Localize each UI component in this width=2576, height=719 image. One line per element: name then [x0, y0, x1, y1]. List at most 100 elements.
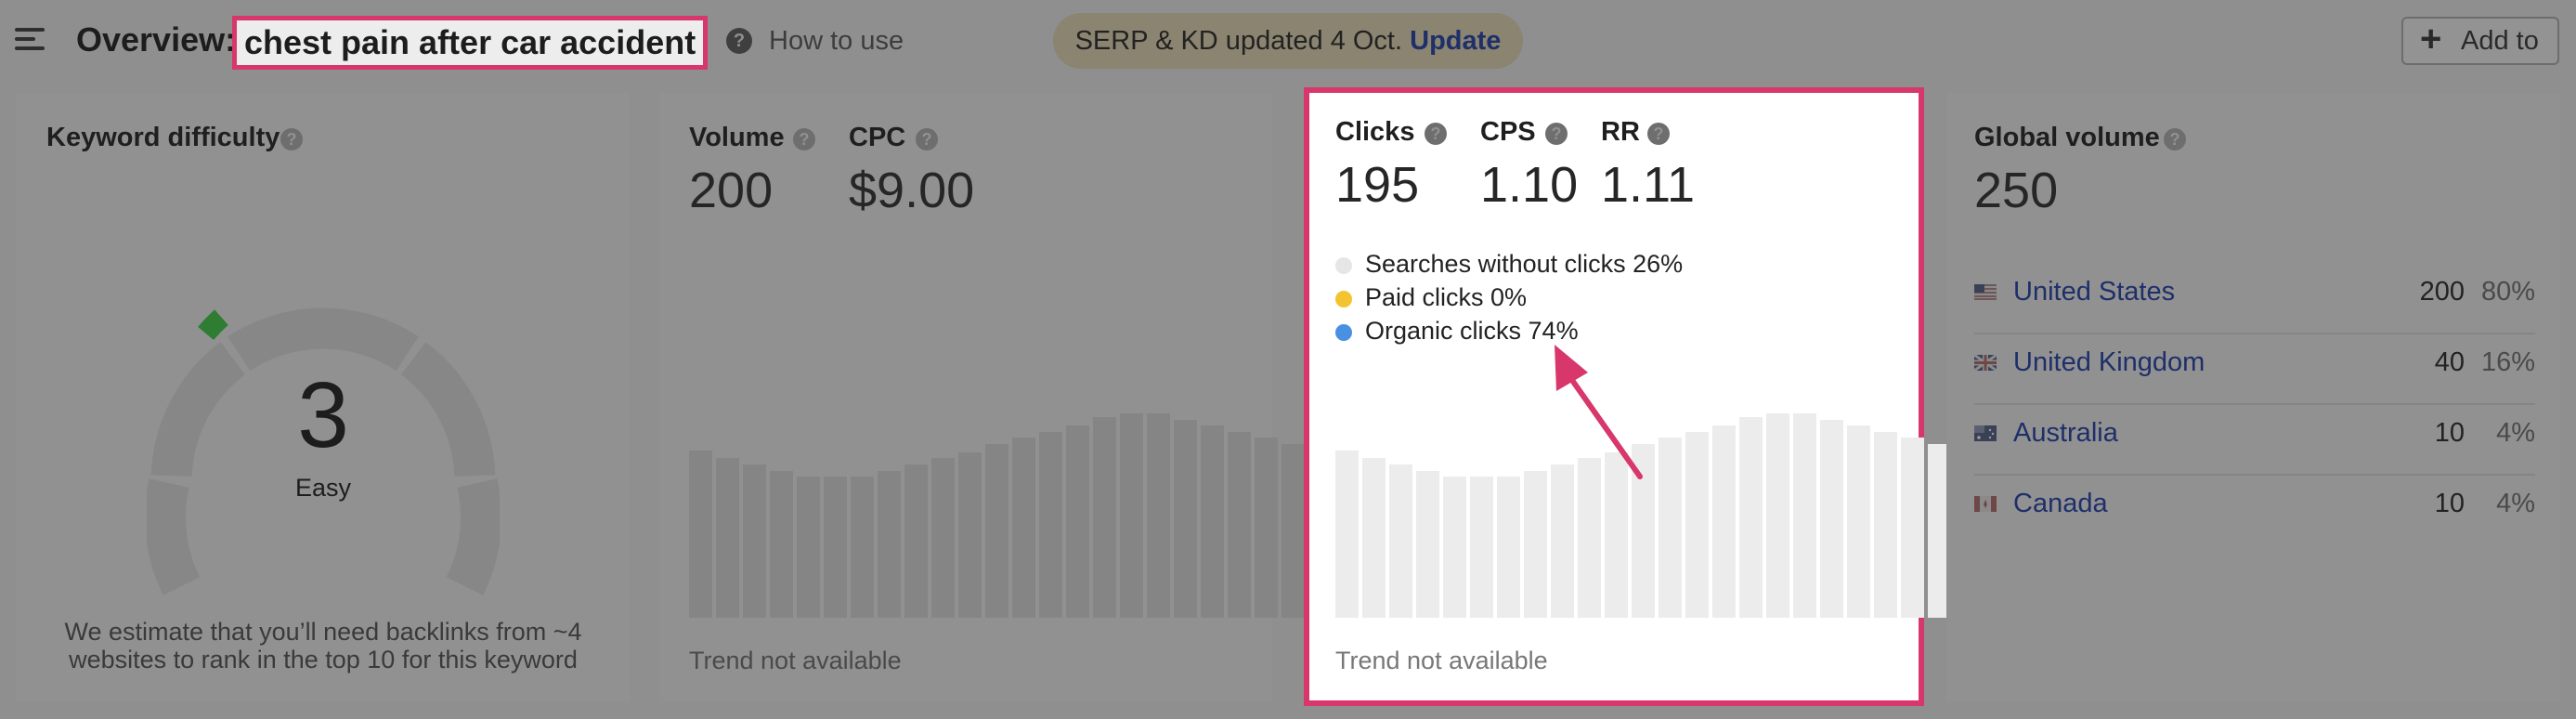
legend-paid-clicks: Paid clicks 0% [1335, 281, 1683, 314]
trend-note: Trend not available [689, 647, 902, 674]
trend-bar [931, 458, 955, 618]
au-flag-icon [1974, 425, 1997, 441]
help-icon[interactable]: ? [280, 128, 303, 150]
kd-rating: Easy [294, 474, 352, 502]
trend-bar [1712, 425, 1736, 618]
trend-bar [1874, 432, 1897, 618]
add-to-button[interactable]: + Add to [2401, 17, 2559, 65]
country-name[interactable]: United Kingdom [2013, 347, 2205, 378]
trend-bar [1739, 417, 1763, 618]
clicks-trend-placeholder [1335, 413, 1978, 618]
help-icon[interactable]: ? [1425, 123, 1447, 145]
ca-flag-icon [1974, 496, 1997, 512]
country-volume: 40 [2434, 347, 2465, 377]
help-icon[interactable]: ? [726, 28, 752, 54]
volume-title: Volume [689, 123, 785, 152]
trend-bar [1389, 464, 1412, 618]
trend-bar [1524, 471, 1547, 618]
country-row-canada[interactable]: Canada 10 4% [1974, 476, 2535, 546]
trend-bar [770, 471, 793, 618]
trend-bar [743, 464, 766, 618]
keyword-difficulty-card: Keyword difficulty ? 3 Easy We estimate … [17, 93, 630, 702]
trend-bar [878, 471, 901, 618]
trend-bar [1255, 438, 1278, 618]
clicks-value: 195 [1335, 157, 1420, 213]
trend-bar [1766, 413, 1789, 618]
trend-bar [1174, 420, 1197, 618]
legend-searches-without-clicks: Searches without clicks 26% [1335, 247, 1683, 281]
country-row-australia[interactable]: Australia 10 4% [1974, 405, 2535, 476]
country-share: 80% [2480, 277, 2535, 307]
update-link[interactable]: Update [1410, 26, 1501, 56]
help-icon[interactable]: ? [2164, 128, 2186, 150]
trend-bar [985, 444, 1008, 618]
country-volume: 10 [2434, 418, 2465, 448]
rr-title: RR [1601, 117, 1640, 147]
top-bar: Overview: chest pain after car accident … [0, 0, 2576, 84]
country-volume: 10 [2434, 489, 2465, 518]
trend-bar [1793, 413, 1816, 618]
trend-note: Trend not available [1335, 647, 1548, 674]
country-volume: 200 [2419, 277, 2465, 307]
kd-indicator [198, 309, 228, 341]
trend-bar [1820, 420, 1843, 618]
clicks-title: Clicks [1335, 117, 1415, 147]
help-icon[interactable]: ? [1545, 123, 1568, 145]
annotation-arrow-icon [1555, 345, 1643, 479]
trend-bar [1228, 432, 1251, 618]
kd-value: 3 [297, 363, 349, 467]
country-name[interactable]: Canada [2013, 489, 2108, 519]
trend-bar [851, 477, 874, 618]
trend-bar [1470, 477, 1493, 618]
help-icon[interactable]: ? [793, 128, 815, 150]
volume-card: Volume ? 200 CPC ? $9.00 Trend not avail… [659, 93, 1332, 702]
menu-icon[interactable] [15, 28, 45, 50]
country-share: 16% [2480, 347, 2535, 377]
clicks-legend: Searches without clicks 26% Paid clicks … [1335, 247, 1683, 347]
serp-update-text: SERP & KD updated 4 Oct. [1074, 26, 1403, 56]
trend-bar [716, 458, 739, 618]
country-row-united-states[interactable]: United States 200 80% [1974, 264, 2535, 334]
global-volume-value: 250 [1974, 163, 2059, 218]
trend-bar [1201, 425, 1224, 618]
trend-bar [1685, 432, 1709, 618]
legend-dot [1335, 324, 1352, 341]
cpc-title: CPC [849, 123, 906, 152]
volume-trend-placeholder [689, 413, 1332, 618]
trend-bar [797, 477, 820, 618]
uk-flag-icon [1974, 355, 1997, 371]
plus-icon: + [2420, 19, 2442, 59]
country-row-united-kingdom[interactable]: United Kingdom 40 16% [1974, 334, 2535, 405]
trend-bar [1362, 458, 1386, 618]
trend-bar [1120, 413, 1143, 618]
how-to-use-link[interactable]: How to use [769, 26, 904, 57]
global-volume-card: Global volume ? 250 United States 200 80… [1946, 93, 2559, 702]
trend-bar [1147, 413, 1170, 618]
help-icon[interactable]: ? [916, 128, 938, 150]
country-share: 4% [2496, 489, 2535, 518]
trend-bar [1039, 432, 1062, 618]
rr-value: 1.11 [1601, 157, 1696, 213]
trend-bar [1281, 444, 1305, 618]
cps-title: CPS [1480, 117, 1536, 147]
trend-bar [1066, 425, 1089, 618]
us-flag-icon [1974, 284, 1997, 300]
keyword-title: chest pain after car accident [232, 16, 709, 70]
trend-bar [1012, 438, 1035, 618]
trend-bar [1093, 417, 1116, 618]
trend-bar [689, 451, 712, 618]
trend-bar [904, 464, 928, 618]
serp-update-banner: SERP & KD updated 4 Oct. Update [1053, 13, 1523, 69]
volume-value: 200 [689, 163, 774, 218]
trend-bar [1416, 471, 1439, 618]
country-name[interactable]: Australia [2013, 418, 2118, 449]
help-icon[interactable]: ? [1647, 123, 1670, 145]
legend-dot [1335, 291, 1352, 307]
kd-title: Keyword difficulty [46, 123, 280, 152]
legend-label: Paid clicks 0% [1365, 283, 1528, 311]
trend-bar [1659, 438, 1682, 618]
overview-label: Overview: [76, 20, 237, 59]
trend-bar [1497, 477, 1520, 618]
kd-note: We estimate that you’ll need backlinks f… [64, 618, 582, 673]
country-name[interactable]: United States [2013, 277, 2175, 307]
